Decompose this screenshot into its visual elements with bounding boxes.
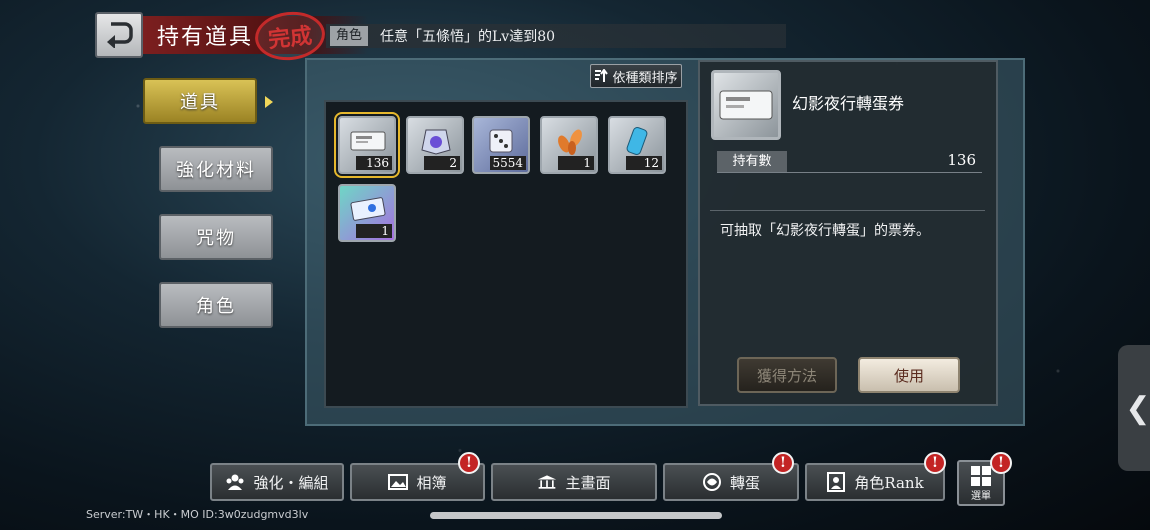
- card-icon: [348, 194, 388, 224]
- tab-cursed-objects[interactable]: 咒物: [159, 214, 273, 260]
- item-count: 1: [558, 156, 594, 170]
- mission-tag: 角色: [330, 26, 369, 46]
- server-info: Server:TW・HK・MO ID:3w0zudgmvd3lv: [86, 508, 309, 521]
- use-button[interactable]: 使用: [858, 357, 960, 393]
- grid-menu-icon: [971, 465, 991, 486]
- item-count: 5554: [490, 156, 526, 170]
- item-name: 幻影夜行轉蛋券: [792, 94, 905, 113]
- photo-album-icon: [388, 472, 409, 492]
- nav-gacha-label: 轉蛋: [729, 473, 760, 492]
- rank-alert-badge: !: [924, 452, 946, 474]
- nav-character-rank[interactable]: 角色Rank: [805, 463, 945, 501]
- divider: [717, 172, 982, 173]
- dice-icon: [482, 126, 522, 156]
- nav-enhance-label: 強化・編組: [253, 473, 329, 492]
- sort-label: 依種類排序: [612, 70, 678, 86]
- nav-enhance-team[interactable]: 強化・編組: [210, 463, 344, 501]
- item-slot[interactable]: 12: [608, 116, 666, 174]
- item-count: 12: [626, 156, 662, 170]
- leaf-icon: [550, 126, 590, 156]
- item-count: 2: [424, 156, 460, 170]
- home-indicator[interactable]: [430, 512, 722, 519]
- menu-label: 選單: [971, 490, 991, 502]
- temple-home-icon: [537, 472, 557, 492]
- item-count: 136: [356, 156, 392, 170]
- nav-home-label: 主畫面: [565, 473, 611, 492]
- album-alert-badge: !: [458, 452, 480, 474]
- gacha-alert-badge: !: [772, 452, 794, 474]
- item-slot[interactable]: 5554: [472, 116, 530, 174]
- selected-item-icon: [711, 70, 781, 140]
- back-arrow-icon: [107, 22, 133, 48]
- tab-enhance-materials[interactable]: 強化材料: [159, 146, 273, 192]
- tab-characters[interactable]: 角色: [159, 282, 273, 328]
- team-icon: [225, 472, 245, 492]
- item-slot[interactable]: 1: [338, 184, 396, 242]
- tab-items[interactable]: 道具: [143, 78, 257, 124]
- item-slot[interactable]: 136: [334, 112, 400, 178]
- badge-icon: [416, 126, 456, 156]
- side-drawer-tab[interactable]: ❮: [1118, 345, 1150, 471]
- nav-home[interactable]: 主畫面: [491, 463, 657, 501]
- canister-icon: [618, 126, 658, 156]
- ticket-icon: [719, 90, 773, 120]
- item-count: 1: [356, 224, 392, 238]
- item-description: 可抽取「幻影夜行轉蛋」的票券。: [720, 223, 930, 239]
- character-card-icon: [826, 472, 846, 492]
- own-count-value: 136: [947, 151, 976, 169]
- mission-text: 任意「五條悟」的Lv達到80: [380, 29, 556, 45]
- active-tab-arrow-icon: [265, 96, 273, 108]
- sort-icon: [595, 69, 609, 82]
- nav-rank-label: 角色Rank: [854, 473, 924, 492]
- ticket-icon: [348, 126, 388, 156]
- chevron-left-icon: ❮: [1125, 390, 1150, 426]
- mission-banner[interactable]: 角色 任意「五條悟」的Lv達到80: [326, 24, 786, 48]
- back-button[interactable]: [95, 12, 143, 58]
- nav-album-label: 相簿: [416, 473, 447, 492]
- item-slot[interactable]: 1: [540, 116, 598, 174]
- own-count-label: 持有數: [717, 151, 787, 173]
- gacha-orb-icon: [702, 472, 722, 492]
- divider: [710, 210, 985, 211]
- acquire-method-button[interactable]: 獲得方法: [737, 357, 837, 393]
- item-slot[interactable]: 2: [406, 116, 464, 174]
- sort-button[interactable]: 依種類排序: [590, 64, 682, 88]
- menu-alert-badge: !: [990, 452, 1012, 474]
